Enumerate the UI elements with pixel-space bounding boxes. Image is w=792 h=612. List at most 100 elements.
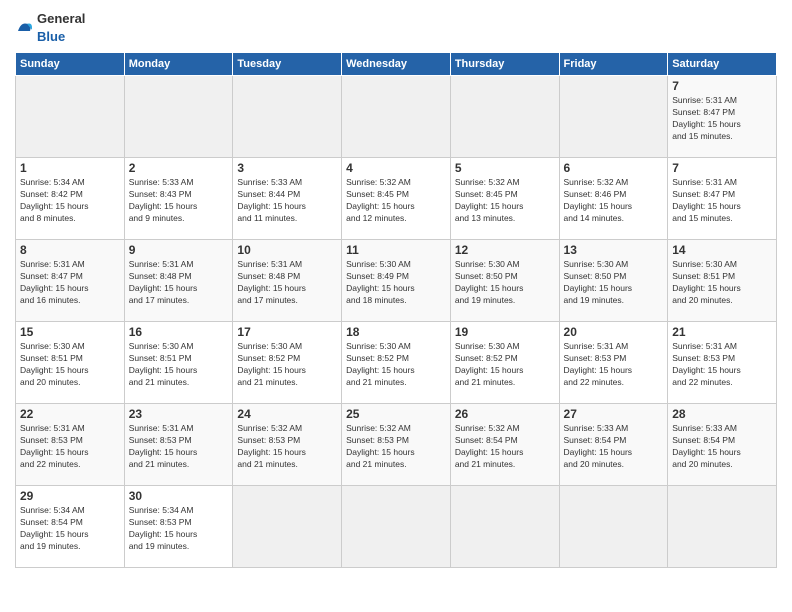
- day-info: Sunrise: 5:30 AM Sunset: 8:51 PM Dayligh…: [129, 341, 229, 389]
- day-number: 29: [20, 489, 120, 503]
- day-number: 9: [129, 243, 229, 257]
- calendar-cell: 22Sunrise: 5:31 AM Sunset: 8:53 PM Dayli…: [16, 404, 125, 486]
- day-info: Sunrise: 5:30 AM Sunset: 8:50 PM Dayligh…: [455, 259, 555, 307]
- calendar-cell: 10Sunrise: 5:31 AM Sunset: 8:48 PM Dayli…: [233, 240, 342, 322]
- day-info: Sunrise: 5:31 AM Sunset: 8:47 PM Dayligh…: [672, 177, 772, 225]
- day-number: 10: [237, 243, 337, 257]
- day-number: 7: [672, 79, 772, 93]
- day-number: 21: [672, 325, 772, 339]
- day-info: Sunrise: 5:32 AM Sunset: 8:54 PM Dayligh…: [455, 423, 555, 471]
- calendar-cell: 19Sunrise: 5:30 AM Sunset: 8:52 PM Dayli…: [450, 322, 559, 404]
- calendar-cell: 28 Sunrise: 5:33 AM Sunset: 8:54 PM Dayli…: [668, 404, 777, 486]
- header-cell-wednesday: Wednesday: [342, 53, 451, 76]
- calendar-week-5: 29Sunrise: 5:34 AM Sunset: 8:54 PM Dayli…: [16, 486, 777, 568]
- day-number: 17: [237, 325, 337, 339]
- day-info: Sunrise: 5:31 AM Sunset: 8:47 PM Dayligh…: [672, 95, 772, 143]
- day-info: Sunrise: 5:30 AM Sunset: 8:52 PM Dayligh…: [237, 341, 337, 389]
- day-number: 12: [455, 243, 555, 257]
- day-info: Sunrise: 5:32 AM Sunset: 8:53 PM Dayligh…: [237, 423, 337, 471]
- header-cell-sunday: Sunday: [16, 53, 125, 76]
- day-info: Sunrise: 5:32 AM Sunset: 8:45 PM Dayligh…: [455, 177, 555, 225]
- day-number: 1: [20, 161, 120, 175]
- calendar-cell: 3Sunrise: 5:33 AM Sunset: 8:44 PM Daylig…: [233, 158, 342, 240]
- day-info: Sunrise: 5:30 AM Sunset: 8:51 PM Dayligh…: [20, 341, 120, 389]
- logo-blue: Blue: [37, 29, 65, 44]
- header-cell-monday: Monday: [124, 53, 233, 76]
- header-cell-tuesday: Tuesday: [233, 53, 342, 76]
- page: General Blue SundayMondayTuesdayWednesda…: [0, 0, 792, 612]
- calendar-cell: [233, 76, 342, 158]
- day-info: Sunrise: 5:32 AM Sunset: 8:53 PM Dayligh…: [346, 423, 446, 471]
- calendar-cell: 14 Sunrise: 5:30 AM Sunset: 8:51 PM Dayli…: [668, 240, 777, 322]
- calendar-cell: [16, 76, 125, 158]
- calendar-week-1: 1Sunrise: 5:34 AM Sunset: 8:42 PM Daylig…: [16, 158, 777, 240]
- day-info: Sunrise: 5:33 AM Sunset: 8:54 PM Dayligh…: [672, 423, 772, 471]
- day-info: Sunrise: 5:31 AM Sunset: 8:53 PM Dayligh…: [672, 341, 772, 389]
- calendar-cell: 2 Sunrise: 5:33 AM Sunset: 8:43 PM Daylig…: [124, 158, 233, 240]
- day-info: Sunrise: 5:30 AM Sunset: 8:52 PM Dayligh…: [455, 341, 555, 389]
- day-number: 6: [564, 161, 664, 175]
- calendar-cell: 8Sunrise: 5:31 AM Sunset: 8:47 PM Daylig…: [16, 240, 125, 322]
- calendar-cell: 25 Sunrise: 5:32 AM Sunset: 8:53 PM Dayli…: [342, 404, 451, 486]
- calendar-cell: [342, 76, 451, 158]
- calendar-cell: [559, 76, 668, 158]
- day-number: 24: [237, 407, 337, 421]
- day-info: Sunrise: 5:33 AM Sunset: 8:54 PM Dayligh…: [564, 423, 664, 471]
- calendar-cell: 11Sunrise: 5:30 AM Sunset: 8:49 PM Dayli…: [342, 240, 451, 322]
- day-number: 25: [346, 407, 446, 421]
- calendar-week-4: 22Sunrise: 5:31 AM Sunset: 8:53 PM Dayli…: [16, 404, 777, 486]
- logo: General Blue: [15, 10, 85, 46]
- day-number: 18: [346, 325, 446, 339]
- day-number: 23: [129, 407, 229, 421]
- calendar-cell: [559, 486, 668, 568]
- day-info: Sunrise: 5:32 AM Sunset: 8:46 PM Dayligh…: [564, 177, 664, 225]
- day-info: Sunrise: 5:31 AM Sunset: 8:53 PM Dayligh…: [20, 423, 120, 471]
- day-number: 14: [672, 243, 772, 257]
- logo-icon: [15, 19, 33, 37]
- header-cell-thursday: Thursday: [450, 53, 559, 76]
- logo-general: General: [37, 11, 85, 26]
- day-info: Sunrise: 5:30 AM Sunset: 8:50 PM Dayligh…: [564, 259, 664, 307]
- day-info: Sunrise: 5:31 AM Sunset: 8:47 PM Dayligh…: [20, 259, 120, 307]
- calendar-cell: 26 Sunrise: 5:32 AM Sunset: 8:54 PM Dayli…: [450, 404, 559, 486]
- calendar-cell: 24 Sunrise: 5:32 AM Sunset: 8:53 PM Dayli…: [233, 404, 342, 486]
- day-number: 15: [20, 325, 120, 339]
- header-row-days: SundayMondayTuesdayWednesdayThursdayFrid…: [16, 53, 777, 76]
- calendar-cell: 7Sunrise: 5:31 AM Sunset: 8:47 PM Daylig…: [668, 158, 777, 240]
- day-info: Sunrise: 5:31 AM Sunset: 8:53 PM Dayligh…: [564, 341, 664, 389]
- calendar-cell: [450, 486, 559, 568]
- day-number: 28: [672, 407, 772, 421]
- calendar-cell: [450, 76, 559, 158]
- calendar-cell: 6 Sunrise: 5:32 AM Sunset: 8:46 PM Daylig…: [559, 158, 668, 240]
- day-info: Sunrise: 5:30 AM Sunset: 8:51 PM Dayligh…: [672, 259, 772, 307]
- day-number: 3: [237, 161, 337, 175]
- day-info: Sunrise: 5:32 AM Sunset: 8:45 PM Dayligh…: [346, 177, 446, 225]
- day-number: 13: [564, 243, 664, 257]
- day-info: Sunrise: 5:31 AM Sunset: 8:48 PM Dayligh…: [129, 259, 229, 307]
- calendar-week-2: 8Sunrise: 5:31 AM Sunset: 8:47 PM Daylig…: [16, 240, 777, 322]
- calendar-cell: 4 Sunrise: 5:32 AM Sunset: 8:45 PM Daylig…: [342, 158, 451, 240]
- day-number: 2: [129, 161, 229, 175]
- calendar-cell: 30Sunrise: 5:34 AM Sunset: 8:53 PM Dayli…: [124, 486, 233, 568]
- calendar-week-0: 7 Sunrise: 5:31 AM Sunset: 8:47 PM Daylig…: [16, 76, 777, 158]
- day-info: Sunrise: 5:33 AM Sunset: 8:43 PM Dayligh…: [129, 177, 229, 225]
- header-cell-friday: Friday: [559, 53, 668, 76]
- logo-text: General Blue: [37, 10, 85, 46]
- calendar-table: SundayMondayTuesdayWednesdayThursdayFrid…: [15, 52, 777, 568]
- calendar-cell: 29Sunrise: 5:34 AM Sunset: 8:54 PM Dayli…: [16, 486, 125, 568]
- calendar-cell: [668, 486, 777, 568]
- day-number: 16: [129, 325, 229, 339]
- calendar-cell: [342, 486, 451, 568]
- day-number: 26: [455, 407, 555, 421]
- day-info: Sunrise: 5:34 AM Sunset: 8:53 PM Dayligh…: [129, 505, 229, 553]
- calendar-body: 7 Sunrise: 5:31 AM Sunset: 8:47 PM Daylig…: [16, 76, 777, 568]
- day-number: 20: [564, 325, 664, 339]
- calendar-cell: 9 Sunrise: 5:31 AM Sunset: 8:48 PM Daylig…: [124, 240, 233, 322]
- calendar-cell: 23 Sunrise: 5:31 AM Sunset: 8:53 PM Dayli…: [124, 404, 233, 486]
- header-cell-saturday: Saturday: [668, 53, 777, 76]
- day-info: Sunrise: 5:31 AM Sunset: 8:53 PM Dayligh…: [129, 423, 229, 471]
- calendar-cell: 5Sunrise: 5:32 AM Sunset: 8:45 PM Daylig…: [450, 158, 559, 240]
- day-number: 4: [346, 161, 446, 175]
- calendar-header: SundayMondayTuesdayWednesdayThursdayFrid…: [16, 53, 777, 76]
- calendar-week-3: 15 Sunrise: 5:30 AM Sunset: 8:51 PM Dayli…: [16, 322, 777, 404]
